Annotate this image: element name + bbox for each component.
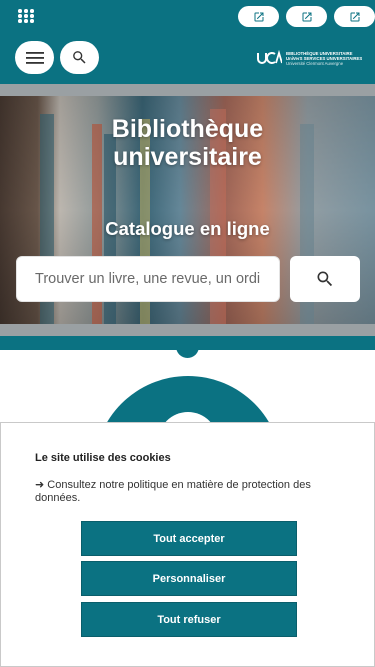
page-title: Bibliothèque universitaire bbox=[0, 115, 375, 171]
uca-logo-mark bbox=[257, 50, 282, 64]
external-link-icon bbox=[302, 12, 311, 21]
external-link-icon bbox=[350, 12, 359, 21]
university-logo[interactable]: BIBLIOTHÈQUE UNIVERSITAIRE UniVerS SERVI… bbox=[256, 48, 362, 68]
page-title-line-1: Bibliothèque bbox=[111, 115, 264, 143]
external-link-button-1[interactable] bbox=[238, 6, 279, 27]
refuse-all-button[interactable]: Tout refuser bbox=[81, 602, 297, 637]
header-search-button[interactable] bbox=[60, 41, 99, 74]
cookie-policy-link[interactable]: ➜ Consultez notre politique en matière d… bbox=[35, 479, 340, 504]
customize-button[interactable]: Personnaliser bbox=[81, 561, 297, 596]
search-icon bbox=[317, 271, 333, 287]
search-icon bbox=[73, 51, 86, 64]
logo-line-3: Université Clermont Auvergne bbox=[286, 61, 344, 67]
external-link-button-3[interactable] bbox=[334, 6, 375, 27]
cookie-consent-panel: Le site utilise des cookies ➜ Consultez … bbox=[0, 422, 375, 667]
catalogue-search-button[interactable] bbox=[290, 256, 360, 302]
hamburger-menu-icon bbox=[25, 51, 44, 64]
external-link-button-2[interactable] bbox=[286, 6, 327, 27]
main-header: BIBLIOTHÈQUE UNIVERSITAIRE UniVerS SERVI… bbox=[0, 33, 375, 84]
top-bar bbox=[0, 0, 375, 33]
external-link-icon bbox=[254, 12, 263, 21]
page-title-line-2: universitaire bbox=[113, 143, 262, 171]
app-screen: BIBLIOTHÈQUE UNIVERSITAIRE UniVerS SERVI… bbox=[0, 0, 375, 667]
catalogue-search-input[interactable] bbox=[16, 256, 280, 302]
accept-all-button[interactable]: Tout accepter bbox=[81, 521, 297, 556]
cookie-title: Le site utilise des cookies bbox=[35, 452, 171, 464]
catalogue-subtitle: Catalogue en ligne bbox=[105, 218, 270, 239]
teal-divider-notch bbox=[176, 344, 199, 358]
logo-text: BIBLIOTHÈQUE UNIVERSITAIRE UniVerS SERVI… bbox=[286, 51, 362, 67]
apps-grid-icon[interactable] bbox=[18, 9, 34, 23]
menu-button[interactable] bbox=[15, 41, 54, 74]
